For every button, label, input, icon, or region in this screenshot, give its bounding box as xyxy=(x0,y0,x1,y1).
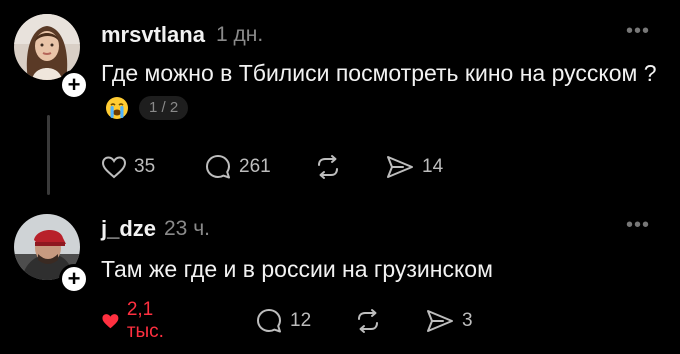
comment-icon xyxy=(257,309,281,333)
comment-count: 261 xyxy=(239,156,271,177)
comment-icon xyxy=(206,155,230,179)
timestamp: 23 ч. xyxy=(164,217,210,240)
repost-button[interactable] xyxy=(314,152,342,182)
send-icon xyxy=(387,156,413,178)
repost-icon xyxy=(318,155,338,179)
username[interactable]: mrsvtlana xyxy=(101,22,205,48)
like-count: 35 xyxy=(134,156,156,177)
post-text-container: Где можно в Тбилиси посмотреть кино на р… xyxy=(101,56,661,129)
more-options-icon[interactable]: ••• xyxy=(626,214,650,237)
post: + mrsvtlana 1 дн. ••• Где можно в Тбилис… xyxy=(0,0,680,200)
like-count: 2,1 тыс. xyxy=(126,299,164,342)
repost-icon xyxy=(358,309,378,333)
post-text: Где можно в Тбилиси посмотреть кино на р… xyxy=(101,60,657,86)
carousel-counter: 1 / 2 xyxy=(139,96,189,120)
username[interactable]: j_dze xyxy=(101,216,156,242)
follow-plus-button[interactable]: + xyxy=(59,264,89,294)
timestamp: 1 дн. xyxy=(216,23,264,46)
like-button[interactable]: 35 xyxy=(101,152,155,182)
post-text: Там же где и в россии на грузинском xyxy=(101,256,493,282)
heart-filled-icon xyxy=(102,314,119,329)
heart-icon xyxy=(101,156,127,179)
share-count: 14 xyxy=(422,156,444,177)
like-button[interactable]: 2,1 тыс. xyxy=(101,299,173,342)
send-icon xyxy=(427,310,453,332)
comment-button[interactable]: 261 xyxy=(204,152,271,182)
share-button[interactable]: 3 xyxy=(425,306,473,336)
comment-count: 12 xyxy=(290,310,312,331)
share-button[interactable]: 14 xyxy=(385,152,443,182)
share-count: 3 xyxy=(462,310,473,331)
crying-face-icon xyxy=(105,95,129,129)
follow-plus-button[interactable]: + xyxy=(59,70,89,100)
thread-line xyxy=(47,115,50,195)
more-options-icon[interactable]: ••• xyxy=(626,20,650,43)
repost-button[interactable] xyxy=(354,306,382,336)
comment-button[interactable]: 12 xyxy=(255,306,311,336)
post: + j_dze 23 ч. ••• Там же где и в россии … xyxy=(0,200,680,354)
